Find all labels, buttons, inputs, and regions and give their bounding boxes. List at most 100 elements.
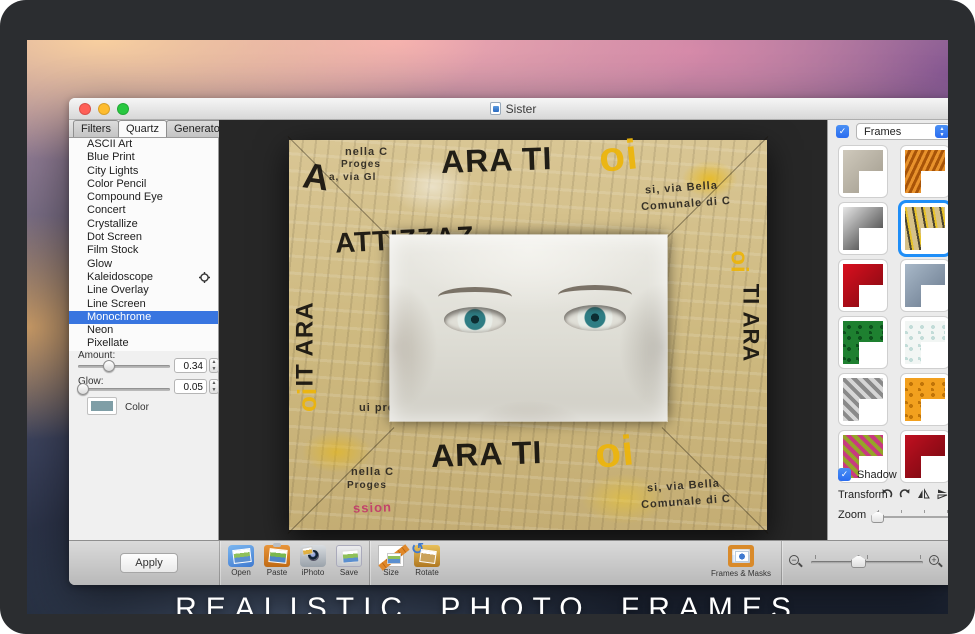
amount-slider-thumb[interactable]: [103, 360, 115, 372]
frame-thumbnail-snowflake-white[interactable]: [900, 316, 948, 369]
frame-collage-text: ARA TI: [440, 140, 553, 181]
dropdown-arrows-icon: ▲▼: [935, 125, 948, 138]
frame-collage-text: IT ARA: [292, 301, 320, 386]
sidebar-tabs: FiltersQuartzGenerators: [69, 120, 218, 138]
canvas-zoom-thumb[interactable]: [851, 555, 866, 568]
window-title-text: Sister: [506, 102, 537, 116]
zoom-button[interactable]: [117, 103, 129, 115]
frame-thumbnail-orange-wood[interactable]: [900, 145, 948, 198]
filter-item-line-screen[interactable]: Line Screen: [69, 298, 218, 311]
filters-sidebar: FiltersQuartzGenerators ASCII ArtBlue Pr…: [69, 120, 219, 540]
frame-collage-text: oi: [725, 250, 753, 273]
transform-buttons: [881, 488, 948, 500]
glow-slider[interactable]: [78, 383, 170, 395]
amount-stepper[interactable]: ▲▼: [209, 358, 219, 373]
frame-collage-text: oi: [593, 426, 637, 478]
frame-thumbnail-orange-dots[interactable]: [900, 373, 948, 426]
window-content: FiltersQuartzGenerators ASCII ArtBlue Pr…: [69, 120, 948, 540]
frame-texture: [905, 378, 945, 421]
amount-value-field[interactable]: 0.34: [174, 358, 207, 373]
filter-item-concert[interactable]: Concert: [69, 204, 218, 217]
tab-filters[interactable]: Filters: [73, 120, 119, 137]
filter-item-compound-eye[interactable]: Compound Eye: [69, 191, 218, 204]
frame-photo-cutout: [921, 342, 945, 364]
zoom-in-button[interactable]: +: [929, 555, 943, 569]
filter-item-monochrome[interactable]: Monochrome: [69, 311, 218, 324]
frame-thumbnail-newsprint-bw[interactable]: [838, 202, 888, 255]
frame-thumbnail-gray-stripes[interactable]: [838, 373, 888, 426]
frames-masks-button[interactable]: Frames & Masks: [709, 545, 773, 578]
rotate-right-icon[interactable]: [899, 488, 911, 500]
amount-slider[interactable]: [78, 360, 170, 372]
frame-collage-text: a, via Gl: [329, 172, 376, 183]
iphoto-button[interactable]: iPhoto: [295, 545, 331, 577]
frame-thumbnail-stone-gray[interactable]: [838, 145, 888, 198]
marketing-hero: Sister FiltersQuartzGenerators ASCII Art…: [0, 0, 975, 634]
rotate-button[interactable]: Rotate: [409, 545, 445, 577]
frame-collage-text: Comunale di C: [641, 493, 732, 511]
filter-item-ascii-art[interactable]: ASCII Art: [69, 138, 218, 151]
iphoto-icon: [300, 545, 326, 567]
glow-slider-track: [78, 388, 170, 391]
frame-collage-text: oi: [292, 387, 323, 412]
frame-texture: [905, 321, 945, 364]
filter-item-color-pencil[interactable]: Color Pencil: [69, 178, 218, 191]
frame-thumbnail-poster-collage[interactable]: [900, 202, 948, 255]
flip-vertical-icon[interactable]: [936, 488, 948, 500]
frame-thumbnail-red-stars[interactable]: [838, 259, 888, 312]
frames-panel: ✓ Frames ▲▼ ✓ Shadow Transform: [827, 120, 948, 540]
frame-texture: [905, 264, 945, 307]
glow-value-field[interactable]: 0.05: [174, 379, 207, 394]
frame-zoom-thumb[interactable]: [871, 511, 884, 523]
frame-collage-text: Proges: [347, 480, 387, 491]
filter-item-line-overlay[interactable]: Line Overlay: [69, 284, 218, 297]
frame-zoom-slider[interactable]: [872, 510, 948, 522]
right-eyebrow: [558, 285, 632, 305]
filter-item-pixellate[interactable]: Pixellate: [69, 337, 218, 350]
titlebar[interactable]: Sister: [69, 98, 948, 120]
frames-enabled-checkbox[interactable]: ✓: [836, 125, 849, 138]
apply-button[interactable]: Apply: [120, 553, 178, 573]
save-icon: [336, 545, 362, 567]
filter-item-crystallize[interactable]: Crystallize: [69, 218, 218, 231]
filter-item-glow[interactable]: Glow: [69, 258, 218, 271]
toolbar-group-edit: SizeRotate: [373, 545, 445, 577]
bottom-toolbar: Apply Open PasteiPhotoSave SizeRotate Fra…: [69, 540, 948, 585]
tab-quartz[interactable]: Quartz: [118, 120, 167, 137]
size-button[interactable]: Size: [373, 545, 409, 577]
frame-photo-cutout: [859, 171, 883, 193]
glow-slider-thumb[interactable]: [77, 383, 89, 395]
open-button[interactable]: Open: [223, 545, 259, 577]
document-icon: [490, 102, 501, 115]
frames-panel-header: ✓ Frames ▲▼: [828, 122, 948, 142]
save-button[interactable]: Save: [331, 545, 367, 577]
amount-slider-track: [78, 365, 170, 368]
frames-dropdown[interactable]: Frames ▲▼: [856, 123, 948, 140]
rotate-left-icon[interactable]: [881, 488, 893, 500]
filter-item-dot-screen[interactable]: Dot Screen: [69, 231, 218, 244]
open-label: Open: [231, 568, 251, 577]
filter-item-neon[interactable]: Neon: [69, 324, 218, 337]
filter-item-city-lights[interactable]: City Lights: [69, 165, 218, 178]
shadow-checkbox[interactable]: ✓: [838, 468, 851, 481]
frame-photo-cutout: [921, 171, 945, 193]
close-button[interactable]: [79, 103, 91, 115]
zoom-out-button[interactable]: −: [789, 555, 803, 569]
paste-button[interactable]: Paste: [259, 545, 295, 577]
frame-texture: [843, 150, 883, 193]
frame-thumbnail-steel-blue[interactable]: [900, 259, 948, 312]
frame-texture: [905, 150, 945, 193]
filter-item-film-stock[interactable]: Film Stock: [69, 244, 218, 257]
canvas-zoom-slider[interactable]: [811, 561, 923, 564]
flip-horizontal-icon[interactable]: [917, 488, 930, 500]
photo-woman-eyes: [390, 235, 667, 421]
glow-stepper[interactable]: ▲▼: [209, 379, 219, 394]
minimize-button[interactable]: [98, 103, 110, 115]
color-well[interactable]: [87, 397, 117, 415]
filter-item-kaleidoscope[interactable]: Kaleidoscope: [69, 271, 218, 284]
frame-photo-cutout: [921, 399, 945, 421]
frame-thumbnail-christmas-green[interactable]: [838, 316, 888, 369]
filter-item-blue-print[interactable]: Blue Print: [69, 151, 218, 164]
frame-texture: [843, 264, 883, 307]
frame-texture: [843, 321, 883, 364]
